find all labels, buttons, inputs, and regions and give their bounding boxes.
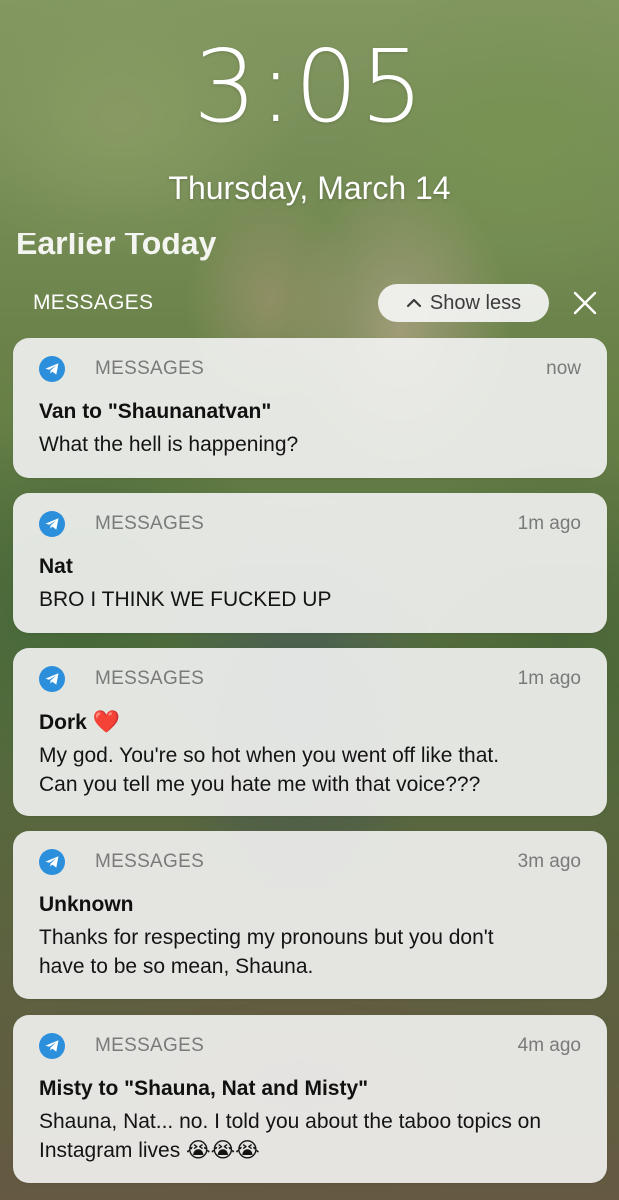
notification-card[interactable]: MESSAGES 1m ago Dork ❤️ My god. You're s… — [13, 648, 607, 816]
app-name: MESSAGES — [95, 358, 205, 379]
message-line: My god. You're so hot when you went off … — [39, 744, 500, 767]
notification-header: MESSAGES now — [39, 338, 581, 400]
telegram-paper-plane-icon — [39, 849, 65, 875]
notification-header: MESSAGES 3m ago — [39, 831, 581, 893]
notification-time: now — [546, 358, 581, 379]
app-name: MESSAGES — [95, 851, 205, 872]
notification-sender: Unknown — [39, 893, 134, 916]
show-less-label: Show less — [429, 291, 522, 314]
app-name: MESSAGES — [95, 1035, 205, 1056]
app-name: MESSAGES — [95, 513, 205, 534]
earlier-today-header: Earlier Today — [16, 233, 216, 261]
notification-sender: Dork ❤️ — [39, 708, 581, 737]
message-line: Shauna, Nat... no. I told you about the … — [39, 1110, 542, 1133]
message-line: BRO I THINK WE FUCKED UP — [39, 588, 332, 611]
telegram-paper-plane-icon — [39, 356, 65, 382]
notification-header: MESSAGES 1m ago — [39, 648, 581, 710]
notification-time: 4m ago — [517, 1035, 581, 1056]
notification-time: 3m ago — [517, 851, 581, 872]
notification-body: Shauna, Nat... no. I told you about the … — [39, 1107, 581, 1165]
notification-time: 1m ago — [517, 513, 581, 534]
notification-body: Thanks for respecting my pronouns but yo… — [39, 923, 581, 981]
heart-emoji: ❤️ — [92, 709, 121, 734]
message-line: Instagram lives 😭😭😭 — [39, 1139, 260, 1162]
message-line: What the hell is happening? — [39, 433, 299, 456]
lockscreen-date: Thursday, March 14 — [168, 170, 451, 206]
notification-card[interactable]: MESSAGES now Van to "Shaunanatvan" What … — [13, 338, 607, 478]
notification-sender: Nat — [39, 555, 73, 578]
message-line: Thanks for respecting my pronouns but yo… — [39, 926, 494, 949]
telegram-paper-plane-icon — [39, 666, 65, 692]
show-less-button[interactable]: Show less — [378, 284, 549, 322]
notification-header: MESSAGES 1m ago — [39, 493, 581, 555]
notification-sender: Misty to "Shauna, Nat and Misty" — [39, 1077, 369, 1100]
telegram-paper-plane-icon — [39, 1033, 65, 1059]
message-line: Can you tell me you hate me with that vo… — [39, 773, 481, 796]
chevron-up-icon — [406, 298, 422, 308]
lockscreen-clock: 3:05 — [193, 28, 426, 145]
notification-body: My god. You're so hot when you went off … — [39, 741, 581, 799]
notification-card[interactable]: MESSAGES 3m ago Unknown Thanks for respe… — [13, 831, 607, 999]
notification-sender: Van to "Shaunanatvan" — [39, 400, 272, 423]
notification-card[interactable]: MESSAGES 1m ago Nat BRO I THINK WE FUCKE… — [13, 493, 607, 633]
notification-time: 1m ago — [517, 668, 581, 689]
telegram-paper-plane-icon — [39, 511, 65, 537]
sender-name: Dork — [39, 711, 87, 734]
notification-header: MESSAGES 4m ago — [39, 1015, 581, 1077]
app-name: MESSAGES — [95, 668, 205, 689]
notification-card[interactable]: MESSAGES 4m ago Misty to "Shauna, Nat an… — [13, 1015, 607, 1183]
earlier-today-label: Earlier Today — [16, 233, 217, 261]
notification-group-title: MESSAGES — [33, 291, 154, 314]
notification-body: BRO I THINK WE FUCKED UP — [39, 585, 581, 614]
notification-body: What the hell is happening? — [39, 430, 581, 459]
close-icon — [573, 291, 597, 315]
clear-group-button[interactable] — [568, 286, 602, 320]
message-line: have to be so mean, Shauna. — [39, 955, 314, 978]
